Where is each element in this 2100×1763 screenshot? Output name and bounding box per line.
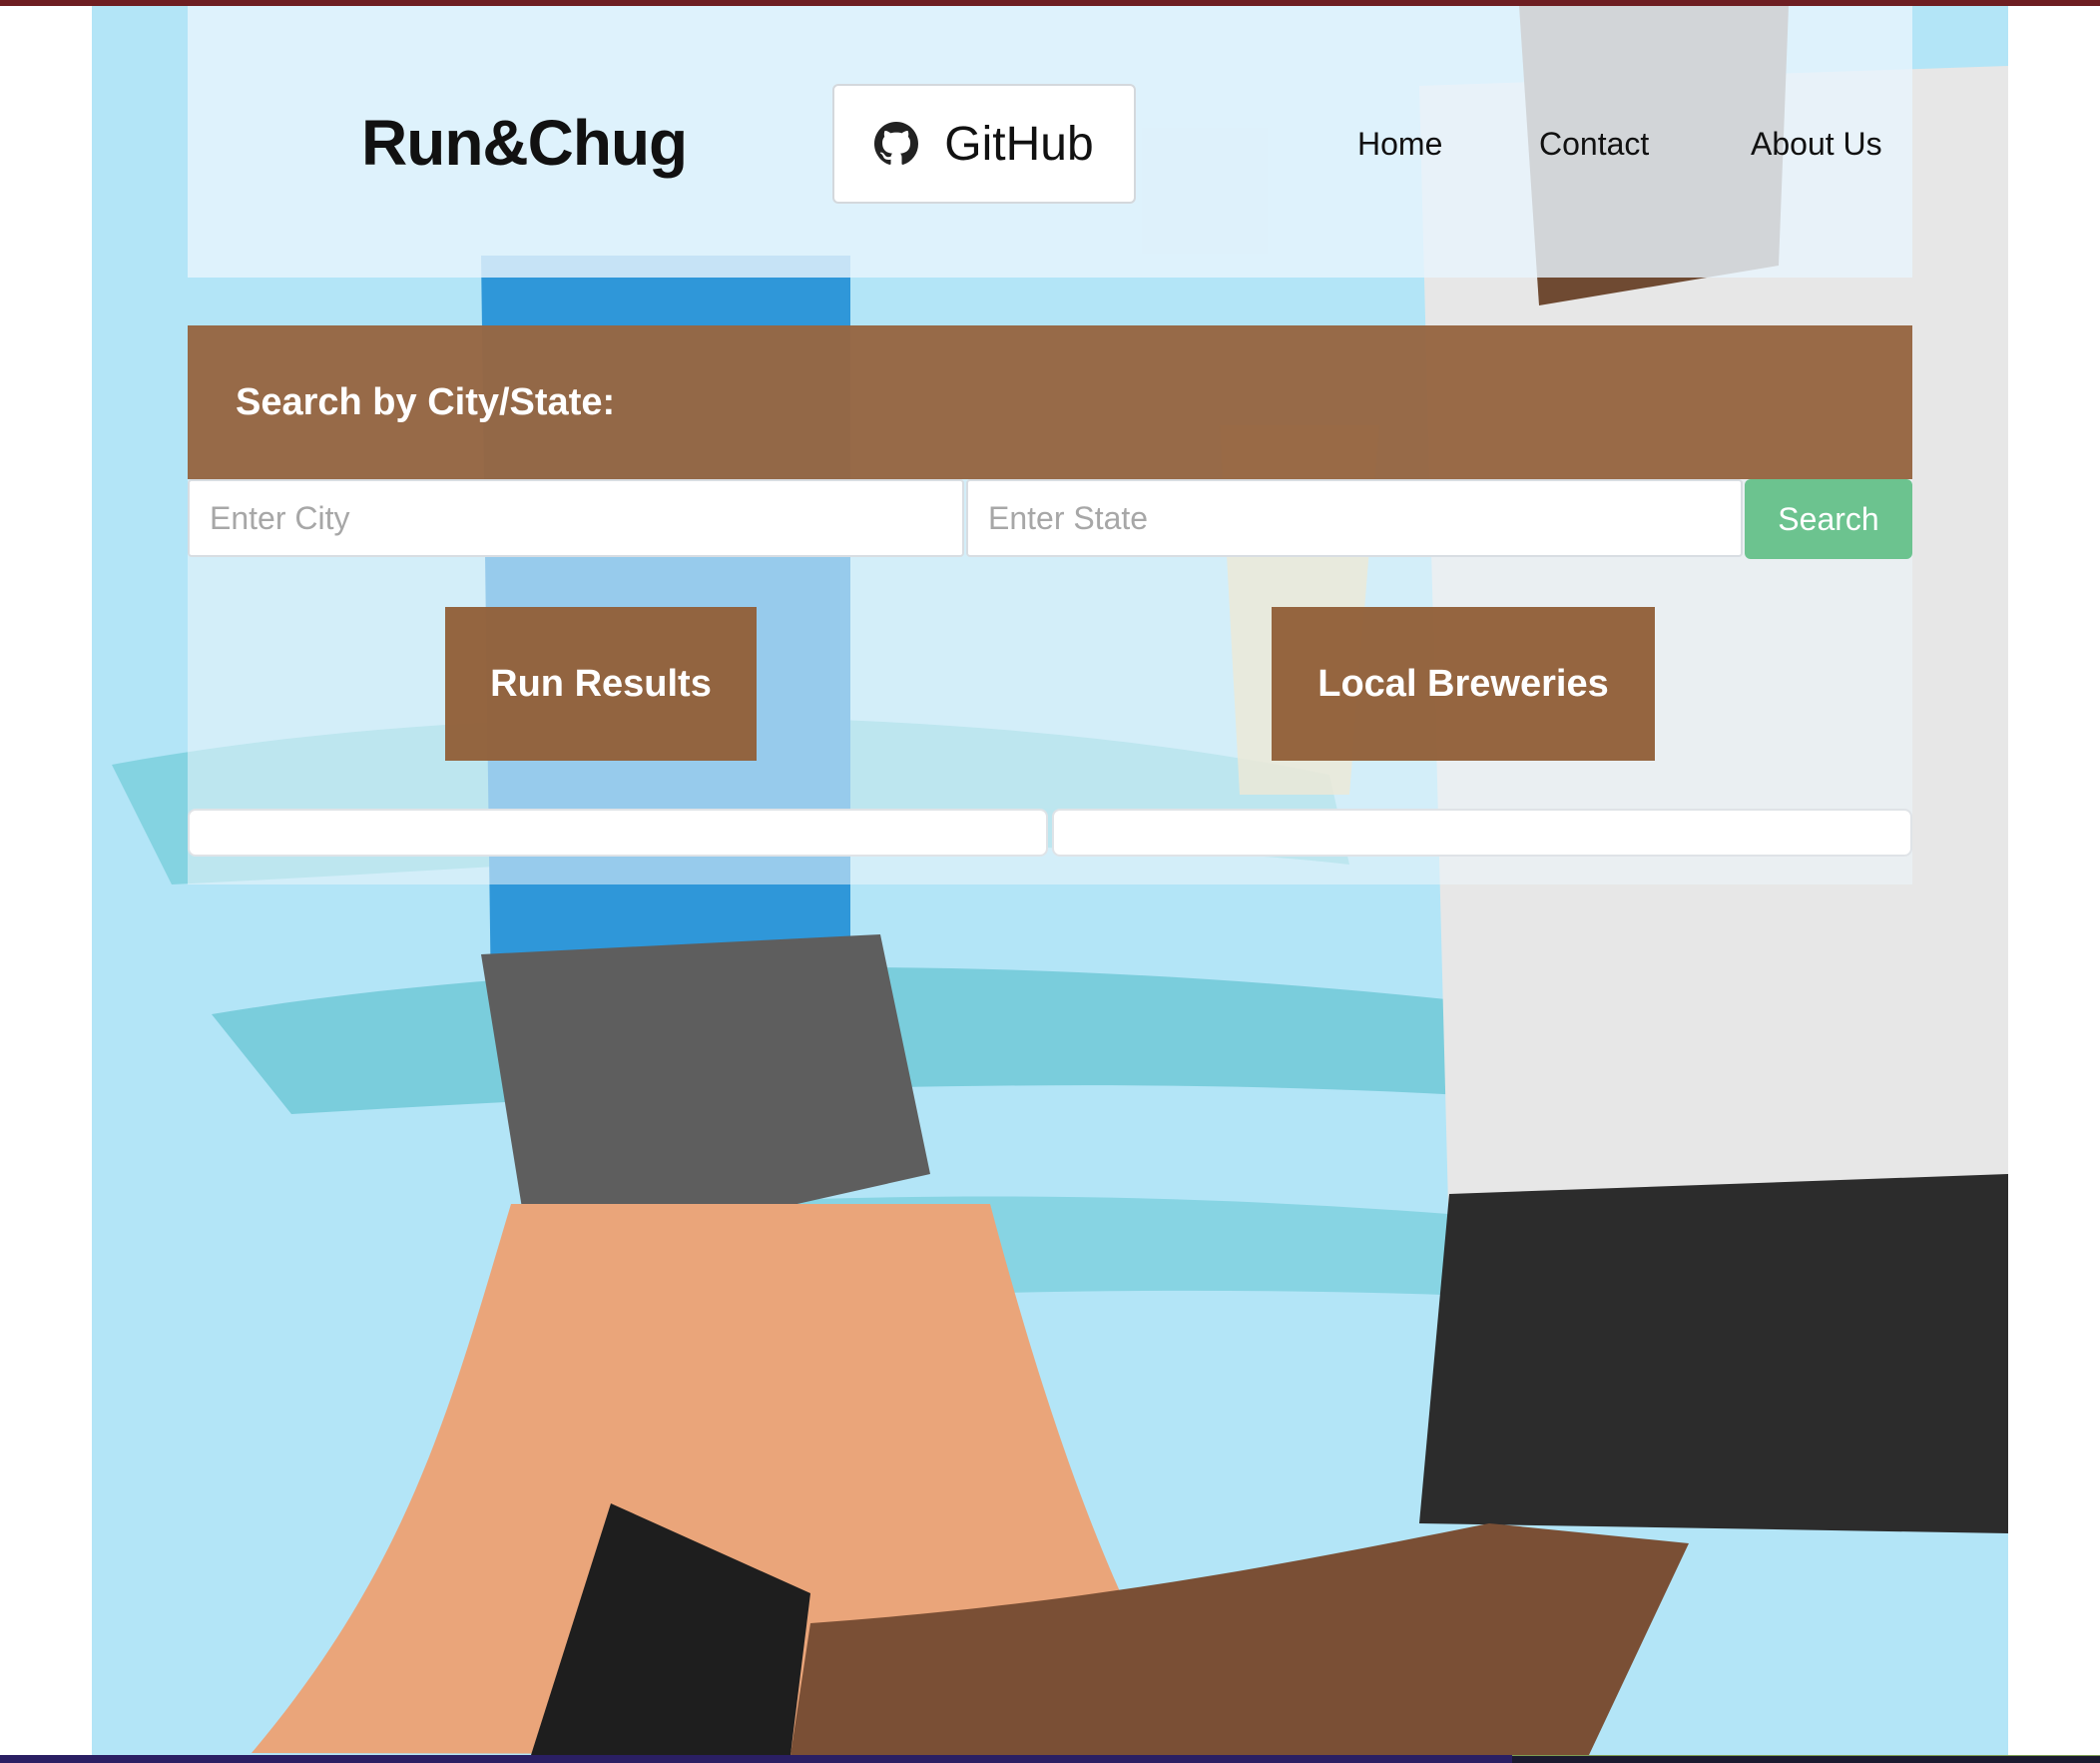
github-button[interactable]: GitHub — [832, 84, 1136, 204]
brand-title[interactable]: Run&Chug — [361, 106, 688, 180]
city-input[interactable] — [188, 479, 964, 557]
nav-home[interactable]: Home — [1357, 126, 1442, 163]
search-title: Search by City/State: — [236, 381, 616, 423]
nav-contact[interactable]: Contact — [1539, 126, 1649, 163]
page: Run&Chug GitHub Home Contact About Us Se… — [92, 6, 2008, 1755]
terminal-strip — [1512, 1755, 2100, 1763]
run-results-container — [188, 809, 1048, 857]
nav-about-us[interactable]: About Us — [1751, 126, 1882, 163]
window-bottom-border — [0, 1755, 2100, 1763]
run-results-button[interactable]: Run Results — [445, 607, 757, 761]
search-button[interactable]: Search — [1745, 479, 1912, 559]
search-header: Search by City/State: — [188, 325, 1912, 479]
state-input[interactable] — [966, 479, 1743, 557]
github-icon — [874, 122, 919, 166]
search-panel: Search by City/State: Search Run Results… — [188, 325, 1912, 884]
site-header: Run&Chug GitHub Home Contact About Us — [188, 6, 1912, 278]
breweries-results-container — [1052, 809, 1912, 857]
github-label: GitHub — [944, 117, 1094, 171]
local-breweries-button[interactable]: Local Breweries — [1272, 607, 1655, 761]
